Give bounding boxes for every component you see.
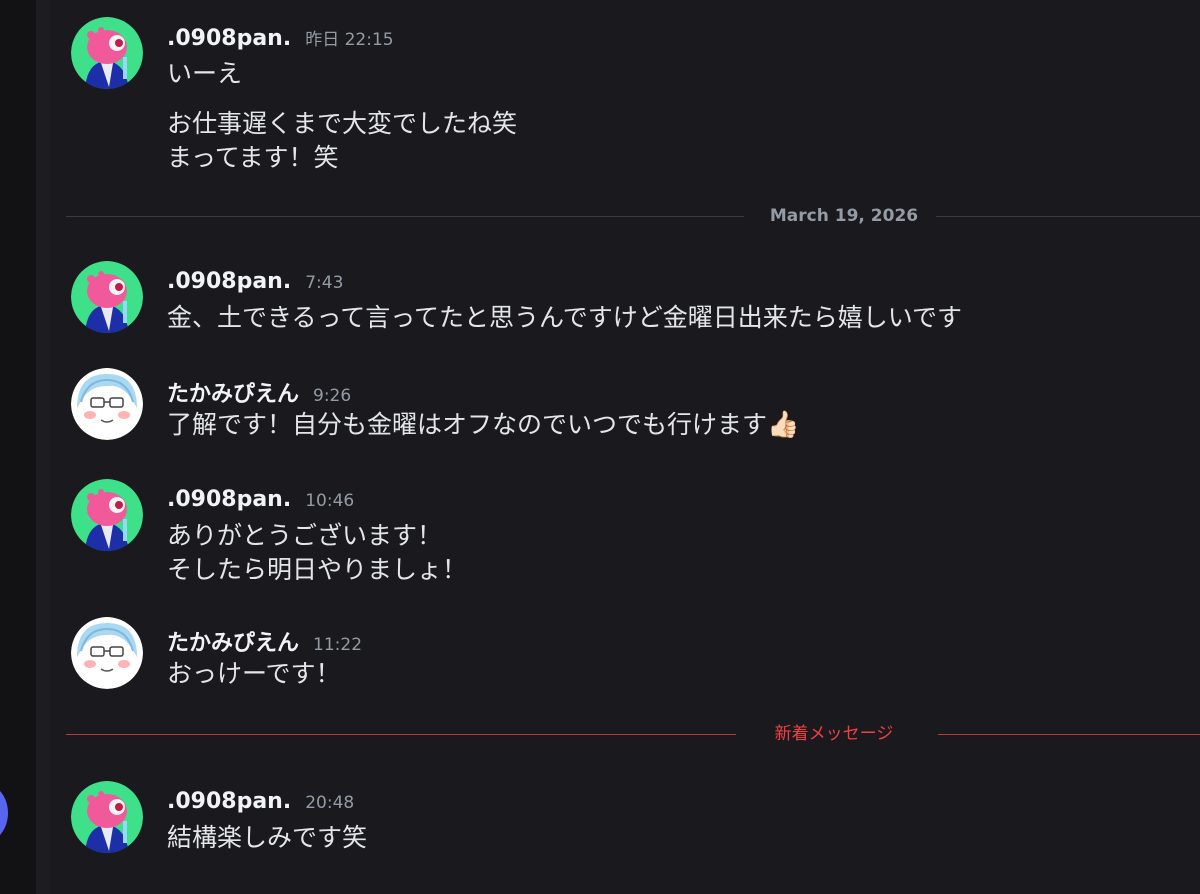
message-text: まってます！笑	[167, 143, 339, 172]
author-name[interactable]: .0908pan.	[167, 789, 291, 814]
timestamp: 10:46	[305, 491, 355, 511]
pink-fish-avatar-icon[interactable]	[71, 781, 143, 853]
blue-hair-boy-avatar-icon[interactable]	[71, 368, 143, 440]
thumbs-up-icon: 👍🏻	[767, 410, 800, 440]
new-messages-label: 新着メッセージ	[774, 724, 894, 744]
message-text: いーえ	[167, 59, 243, 88]
server-rail	[0, 0, 36, 894]
timestamp: 昨日 22:15	[305, 30, 394, 50]
message-text: 結構楽しみです笑	[167, 823, 368, 852]
divider-line	[66, 216, 744, 217]
pink-fish-avatar-icon[interactable]	[71, 17, 143, 89]
channel-sidebar-edge	[36, 0, 50, 894]
message-text: 了解です！自分も金曜はオフなのでいつでも行けます👍🏻	[167, 408, 799, 442]
divider-line	[938, 734, 1200, 735]
blue-hair-boy-avatar-icon[interactable]	[71, 617, 143, 689]
date-divider: March 19, 2026	[66, 206, 1200, 226]
discord-chat-window: .0908pan. 昨日 22:15 いーえ お仕事遅くまで大変でしたね笑 まって…	[0, 0, 1200, 894]
pink-fish-avatar-icon[interactable]	[71, 479, 143, 551]
divider-line	[936, 216, 1200, 217]
timestamp: 7:43	[305, 273, 344, 293]
author-name[interactable]: たかみぴえん	[167, 631, 299, 656]
author-name[interactable]: .0908pan.	[167, 269, 291, 294]
message-text: お仕事遅くまで大変でしたね笑	[167, 109, 518, 138]
message-text: ありがとうございます！	[167, 521, 443, 550]
timestamp: 20:48	[305, 793, 355, 813]
message-list: .0908pan. 昨日 22:15 いーえ お仕事遅くまで大変でしたね笑 まって…	[50, 0, 1200, 894]
timestamp: 9:26	[313, 386, 352, 406]
author-name[interactable]: .0908pan.	[167, 26, 291, 51]
author-name[interactable]: たかみぴえん	[167, 382, 299, 407]
server-icon[interactable]	[0, 783, 8, 843]
message-text: おっけーです！	[167, 659, 341, 688]
pink-fish-avatar-icon[interactable]	[71, 261, 143, 333]
message-text: そしたら明日やりましょ！	[167, 555, 468, 584]
new-messages-divider: 新着メッセージ	[66, 724, 1200, 744]
message-text: 金、土できるって言ってたと思うんですけど金曜日出来たら嬉しいです	[167, 303, 963, 332]
date-label: March 19, 2026	[769, 206, 919, 226]
timestamp: 11:22	[313, 635, 363, 655]
author-name[interactable]: .0908pan.	[167, 487, 291, 512]
divider-line	[66, 734, 736, 735]
message-text-body: 了解です！自分も金曜はオフなのでいつでも行けます	[167, 410, 768, 439]
